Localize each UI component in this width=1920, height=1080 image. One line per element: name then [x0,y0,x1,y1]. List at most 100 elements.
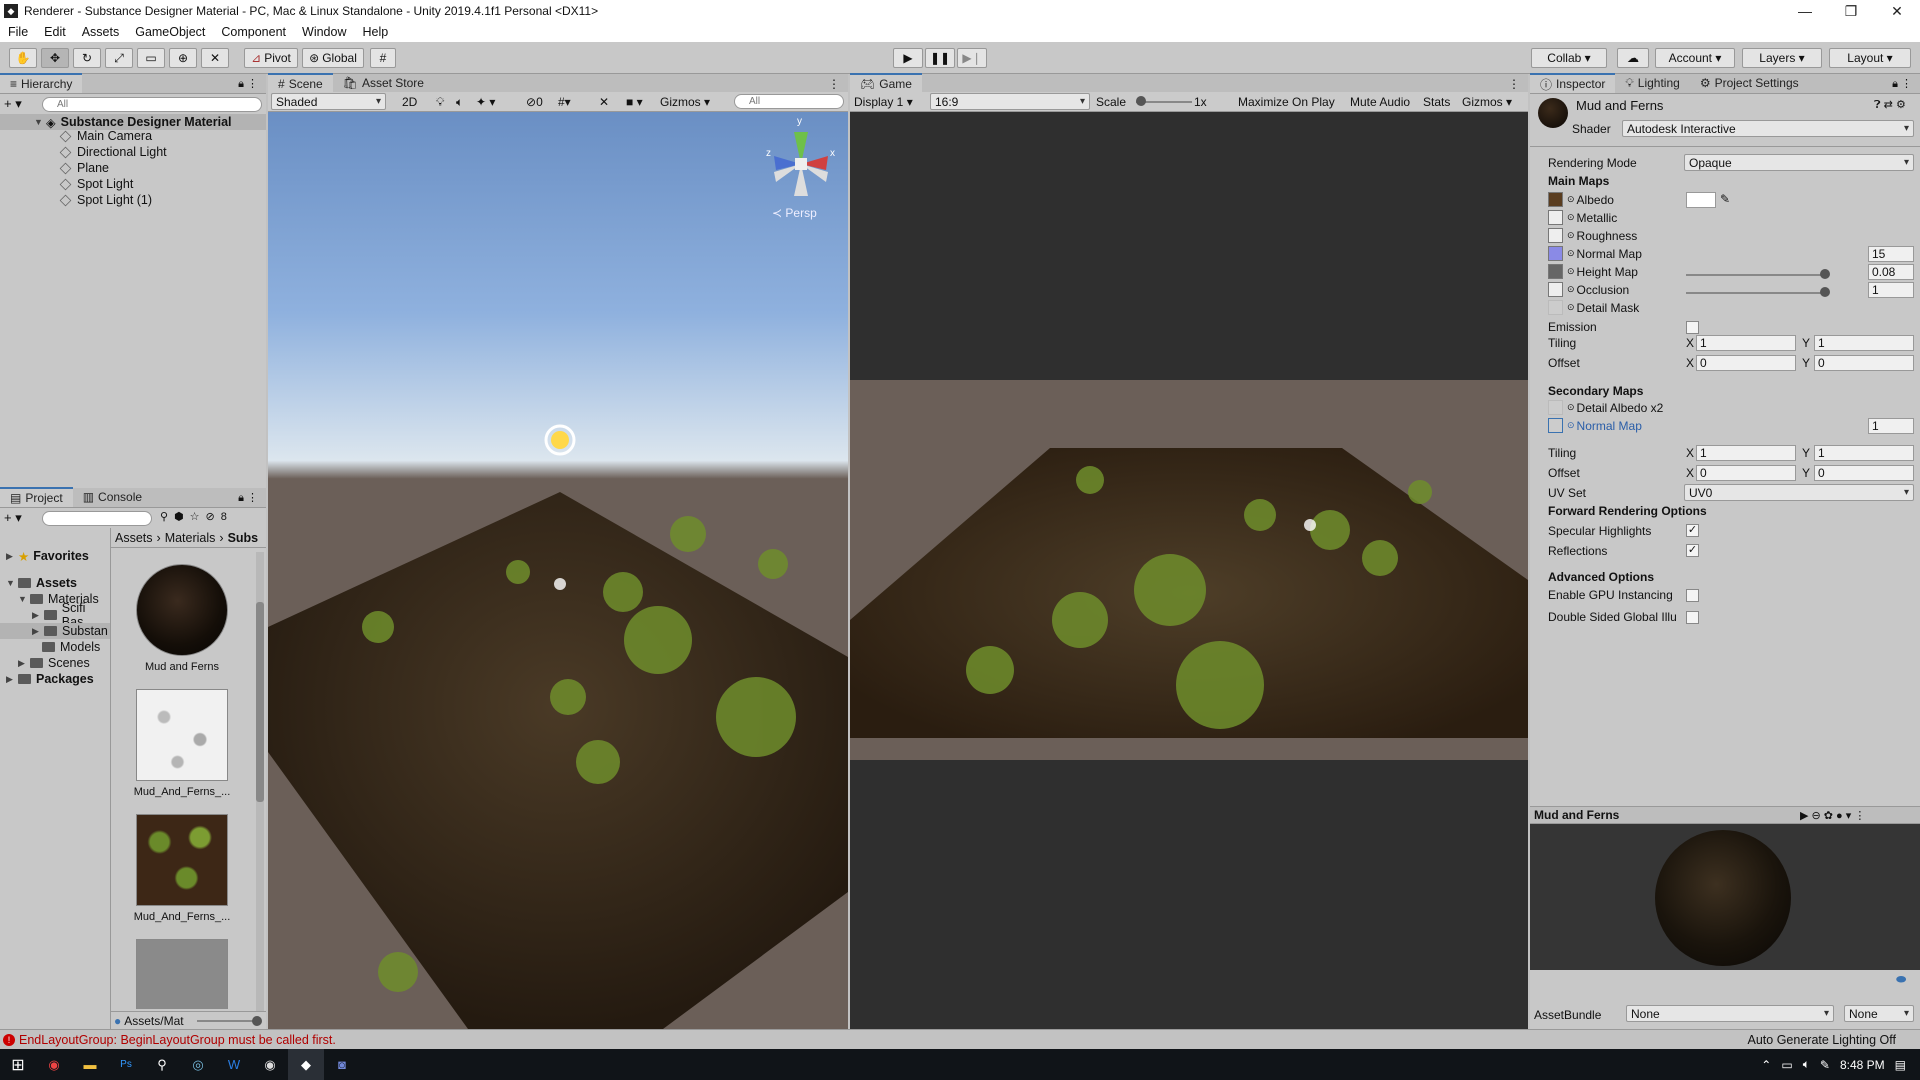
assets-node[interactable]: ▼ Assets [6,575,77,591]
preview-area[interactable] [1530,824,1920,970]
notifications-icon[interactable]: ▤ [1895,1058,1906,1072]
lock-icon[interactable]: 🔒︎ ⋮ [238,77,258,91]
detail-albedo-slot[interactable] [1548,400,1563,415]
metallic-texture-slot[interactable] [1548,210,1563,225]
audio-icon[interactable]: 🔈︎ [456,95,463,110]
effects-icon[interactable]: ✦ ▾ [476,95,495,109]
pen-icon[interactable]: ✎ [1820,1058,1830,1072]
preview-controls[interactable]: ▶ ⊖ ✿ ● ▾ ⋮ [1800,809,1865,822]
secondary-normal-field[interactable]: 1 [1868,418,1914,434]
cloud-icon[interactable]: ☁ [1617,48,1649,68]
search-app-icon[interactable]: ⚲ [144,1049,180,1080]
file-explorer-icon[interactable]: ▬ [72,1049,108,1080]
lighting-icon[interactable]: 💡︎ [436,95,444,110]
tab-hierarchy[interactable]: ≡ Hierarchy [0,73,83,93]
specular-checkbox[interactable]: ✓ [1686,524,1699,537]
detail-albedo-row[interactable]: ⊙ Detail Albedo x2 [1548,400,1663,415]
hierarchy-item-directional-light[interactable]: Directional Light [59,144,167,160]
asset-thumb-4[interactable] [136,939,228,1009]
asset-thumb-heightmap[interactable] [136,689,228,781]
packages-node[interactable]: ▶ Packages [6,671,94,687]
preview-header[interactable]: Mud and Ferns ▶ ⊖ ✿ ● ▾ ⋮ [1530,806,1920,824]
gpu-instancing-checkbox[interactable] [1686,589,1699,602]
create-button[interactable]: + ▾ [4,96,22,112]
tag-icon[interactable]: ⬬ [1896,972,1906,987]
uv-set-dropdown[interactable]: UV0 [1684,484,1914,501]
menu-gameobject[interactable]: GameObject [127,25,213,39]
mute-audio-toggle[interactable]: Mute Audio [1350,95,1410,109]
hand-tool-icon[interactable]: ✋ [9,48,37,68]
offset-y-field[interactable]: 0 [1814,355,1914,371]
double-sided-gi-checkbox[interactable] [1686,611,1699,624]
detail-mask-slot[interactable] [1548,300,1563,315]
hierarchy-item-plane[interactable]: Plane [59,160,109,176]
tiling-y-field[interactable]: 1 [1814,335,1914,351]
asset-thumb-mud-and-ferns[interactable] [136,564,228,656]
thumb-size-slider[interactable] [197,1020,257,1022]
shader-dropdown[interactable]: Autodesk Interactive [1622,120,1914,137]
albedo-color-swatch[interactable] [1686,192,1716,208]
rotate-tool-icon[interactable]: ↻ [73,48,101,68]
tab-inspector[interactable]: ⓘ Inspector [1530,73,1616,93]
lock-icon[interactable]: 🔒︎ ⋮ [1892,77,1912,91]
photoshop-icon[interactable]: Ps [108,1049,144,1080]
occlusion-texture-slot[interactable] [1548,282,1563,297]
scene-viewport[interactable]: y x z ≺ Persp [268,112,848,1029]
volume-icon[interactable]: 🔈︎ [1803,1057,1810,1072]
asset-thumb-albedo[interactable] [136,814,228,906]
play-button[interactable]: ▶ [893,48,923,68]
discord-icon[interactable]: ◙ [324,1049,360,1080]
snap-icon[interactable]: # [370,48,396,68]
tree-scenes[interactable]: ▶ Scenes [18,655,90,671]
roughness-row[interactable]: ⊙ Roughness [1548,228,1637,243]
menu-component[interactable]: Component [213,25,294,39]
height-value-field[interactable]: 0.08 [1868,264,1914,280]
chrome-icon[interactable]: ◉ [36,1049,72,1080]
breadcrumb-assets[interactable]: Assets [115,531,153,545]
scene-gizmo[interactable]: y x z [766,116,836,202]
2d-toggle[interactable]: 2D [402,95,417,109]
secondary-tiling-y-field[interactable]: 1 [1814,445,1914,461]
global-toggle[interactable]: ⊛ Global [302,48,364,68]
tab-project-settings[interactable]: ⚙ Project Settings [1690,73,1809,93]
reflections-checkbox[interactable]: ✓ [1686,544,1699,557]
scene-search-input[interactable]: All [734,94,844,109]
thumb-size-knob[interactable] [252,1016,262,1026]
secondary-normal-row[interactable]: ⊙ Normal Map [1548,418,1642,433]
height-slider[interactable] [1686,274,1824,276]
tab-project[interactable]: ▤ Project [0,487,73,507]
camera-icon[interactable]: ■ ▾ [626,95,643,109]
lock-icon[interactable]: 🔒︎ ⋮ [238,491,258,505]
hidden-objects-icon[interactable]: ⊘0 [526,95,543,109]
offset-x-field[interactable]: 0 [1696,355,1796,371]
project-search-input[interactable] [42,511,152,526]
albedo-row[interactable]: ⊙ Albedo [1548,192,1614,207]
menu-assets[interactable]: Assets [74,25,128,39]
aspect-dropdown[interactable]: 16:9 [930,93,1090,110]
detail-mask-row[interactable]: ⊙ Detail Mask [1548,300,1639,315]
menu-edit[interactable]: Edit [36,25,74,39]
display-dropdown[interactable]: Display 1 ▾ [854,95,913,109]
height-texture-slot[interactable] [1548,264,1563,279]
hierarchy-item-main-camera[interactable]: Main Camera [59,128,152,144]
height-map-row[interactable]: ⊙ Height Map [1548,264,1638,279]
grid-icon[interactable]: #▾ [558,95,571,109]
more-icon[interactable]: ⋮ [1508,77,1520,91]
header-icons[interactable]: ❓︎ ⇄ ⚙ [1874,98,1906,112]
tools-icon[interactable]: ✕ [599,95,609,109]
occlusion-slider-knob[interactable] [1820,287,1830,297]
maximize-on-play-toggle[interactable]: Maximize On Play [1238,95,1335,109]
gizmos-dropdown[interactable]: Gizmos ▾ [660,95,710,109]
tiling-x-field[interactable]: 1 [1696,335,1796,351]
rendering-mode-dropdown[interactable]: Opaque [1684,154,1914,171]
metallic-row[interactable]: ⊙ Metallic [1548,210,1617,225]
roughness-texture-slot[interactable] [1548,228,1563,243]
tree-substance[interactable]: ▶ Substan [32,623,108,639]
pause-button[interactable]: ❚❚ [925,48,955,68]
network-icon[interactable]: ▭ [1781,1058,1792,1072]
scale-tool-icon[interactable]: ⤢ [105,48,133,68]
more-icon[interactable]: ⋮ [828,77,840,91]
pivot-toggle[interactable]: ⊿ Pivot [244,48,298,68]
tree-scifi[interactable]: ▶ Scifi Bas [32,601,110,629]
secondary-normal-slot[interactable] [1548,418,1563,433]
